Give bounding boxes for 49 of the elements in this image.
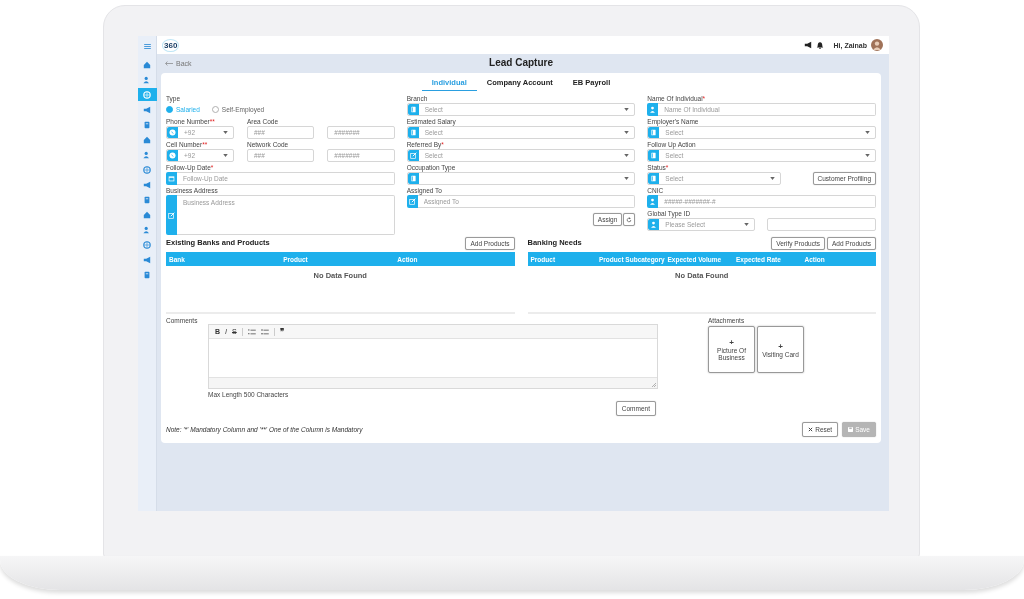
user-icon [647, 103, 659, 116]
book-icon [407, 127, 419, 138]
avatar[interactable] [871, 39, 883, 51]
text-field[interactable] [767, 218, 876, 231]
select-field[interactable] [406, 172, 636, 185]
caret-icon [223, 154, 228, 157]
user-icon [648, 219, 660, 230]
home-icon [143, 60, 151, 69]
megaphone-icon [143, 105, 151, 114]
users-icon [143, 75, 151, 84]
caret-icon [770, 177, 776, 180]
caret-icon [744, 223, 750, 226]
book-icon [407, 104, 419, 115]
caret-icon [624, 108, 630, 111]
book-icon [648, 173, 660, 184]
refresh-button[interactable] [623, 213, 636, 226]
radio-button[interactable] [166, 106, 173, 113]
floppy-disk-icon [848, 427, 854, 432]
caret-icon [223, 131, 228, 134]
caret-icon [865, 131, 870, 134]
book-icon [648, 127, 660, 138]
refresh-icon [626, 216, 633, 223]
book-icon [143, 120, 151, 129]
menu-icon[interactable] [143, 44, 151, 49]
bell-icon[interactable] [815, 41, 824, 49]
radio-button[interactable] [211, 106, 219, 113]
phone-icon [167, 127, 178, 138]
book-icon [407, 173, 419, 184]
bullet-list-icon[interactable] [260, 328, 269, 335]
phone-icon [167, 150, 178, 161]
caret-icon [865, 154, 870, 157]
edit-icon [166, 195, 177, 235]
page-title: Lead Capture [489, 57, 553, 68]
user-icon [647, 195, 659, 208]
calendar-icon [166, 172, 177, 185]
caret-icon [624, 154, 630, 157]
book-icon [648, 150, 660, 161]
resize-handle-icon[interactable] [652, 383, 656, 387]
quote-button[interactable]: ❞ [279, 327, 284, 336]
caret-icon [624, 131, 630, 134]
megaphone-icon[interactable] [803, 41, 812, 49]
numbered-list-icon[interactable] [247, 328, 256, 335]
back-arrow-icon[interactable] [165, 61, 173, 66]
close-icon [808, 427, 814, 432]
edit-icon [406, 195, 418, 208]
globe-icon [143, 90, 151, 99]
edit-icon [407, 150, 419, 161]
caret-icon [624, 177, 630, 180]
sidebar-item[interactable] [138, 88, 157, 101]
